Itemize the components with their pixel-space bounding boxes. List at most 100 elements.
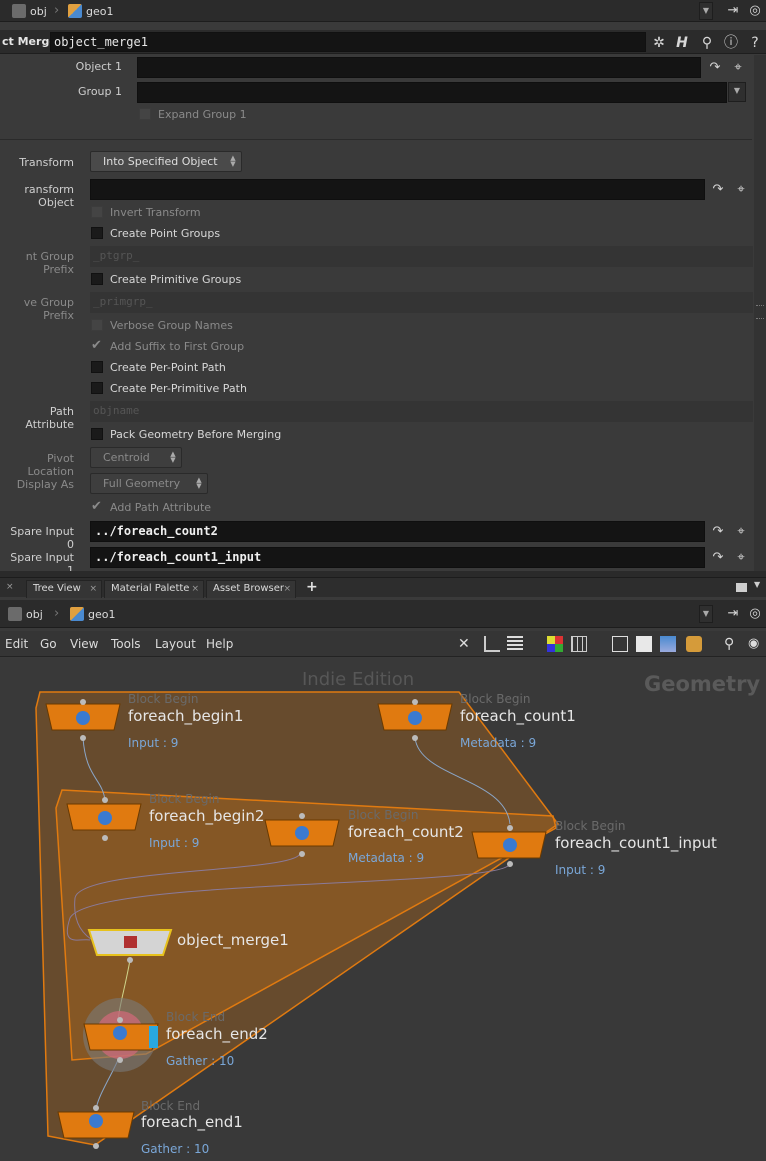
- group1-field[interactable]: [137, 82, 727, 103]
- obj-network-icon: [12, 4, 26, 18]
- section-divider: [0, 139, 752, 140]
- network-view[interactable]: Indie Edition Geometry Block Begin forea…: [0, 658, 766, 1161]
- tab-tree-view[interactable]: Tree View ×: [26, 580, 102, 598]
- menu-go[interactable]: Go: [40, 637, 57, 651]
- menu-view[interactable]: View: [70, 637, 98, 651]
- node-name-label[interactable]: foreach_end1: [141, 1113, 243, 1131]
- node-name-label[interactable]: foreach_begin1: [128, 707, 243, 725]
- transform-label: Transform: [19, 156, 74, 169]
- pin-icon[interactable]: ⇥: [724, 2, 742, 20]
- create-point-groups-checkbox[interactable]: [91, 227, 103, 239]
- grid-view-icon[interactable]: [571, 636, 587, 652]
- node-type-label: Block End: [166, 1010, 226, 1024]
- display-as-menu[interactable]: Full Geometry ▲ ▼: [90, 473, 208, 494]
- transform-object-chooser-icon[interactable]: ⌖: [732, 181, 750, 199]
- node-info-label: Input : 9: [149, 836, 200, 850]
- tab-close-icon[interactable]: ×: [6, 582, 14, 592]
- create-primitive-groups-checkbox[interactable]: [91, 273, 103, 285]
- node-info-label: Input : 9: [555, 863, 606, 877]
- add-suffix-checkmark-icon[interactable]: ✔: [91, 338, 102, 353]
- menu-help[interactable]: Help: [206, 637, 233, 651]
- link-icon[interactable]: ◎: [746, 605, 764, 623]
- tree-icon[interactable]: [484, 636, 500, 652]
- invert-transform-checkbox[interactable]: [91, 206, 103, 218]
- info-icon[interactable]: ⓘ: [722, 34, 740, 52]
- tab-asset-browser[interactable]: Asset Browser ×: [206, 580, 296, 598]
- pane-dropdown-icon[interactable]: ▼: [754, 580, 760, 589]
- question-icon[interactable]: ?: [746, 34, 764, 52]
- object1-field[interactable]: [137, 57, 701, 78]
- spare-input0-field[interactable]: ../foreach_count2: [90, 521, 705, 542]
- per-point-path-checkbox[interactable]: [91, 361, 103, 373]
- expand-group1-label: Expand Group 1: [158, 108, 247, 121]
- list-icon[interactable]: [507, 636, 523, 652]
- add-tab-icon[interactable]: +: [306, 579, 318, 595]
- object1-chooser-icon[interactable]: ⌖: [729, 59, 747, 77]
- wrench-icon[interactable]: ✕: [458, 636, 474, 652]
- spare-input1-field[interactable]: ../foreach_count1_input: [90, 547, 705, 568]
- group1-dropdown-button[interactable]: ▼: [728, 82, 746, 102]
- node-name-label[interactable]: foreach_begin2: [149, 807, 264, 825]
- gear-icon[interactable]: ✲: [650, 34, 668, 52]
- add-path-attribute-checkmark-icon[interactable]: ✔: [91, 499, 102, 514]
- create-point-groups-label: Create Point Groups: [110, 227, 221, 240]
- pane-menu-icon[interactable]: [736, 583, 747, 592]
- path-separator-icon: ›: [54, 3, 60, 18]
- spare-input1-chooser-icon[interactable]: ⌖: [732, 549, 750, 567]
- transform-object-field[interactable]: [90, 179, 705, 200]
- menu-edit[interactable]: Edit: [5, 637, 28, 651]
- object1-jump-icon[interactable]: ↷: [706, 59, 724, 77]
- node-name-field[interactable]: object_merge1: [50, 32, 646, 52]
- pack-geometry-checkbox[interactable]: [91, 428, 103, 440]
- search-icon[interactable]: ⚲: [698, 34, 716, 52]
- menu-tools[interactable]: Tools: [111, 637, 141, 651]
- net-crumb-obj[interactable]: obj: [8, 605, 43, 623]
- display-as-value: Full Geometry: [103, 477, 181, 490]
- net-crumb-geo[interactable]: geo1: [70, 605, 115, 623]
- per-prim-path-checkbox[interactable]: [91, 382, 103, 394]
- box-icon[interactable]: [686, 636, 702, 652]
- display-as-label: Display As: [16, 478, 74, 491]
- network-path-bar: obj › geo1 ▼ ⇥ ◎: [0, 600, 766, 628]
- spare-input0-jump-icon[interactable]: ↷: [709, 523, 727, 541]
- palette-grid-icon[interactable]: [547, 636, 563, 652]
- image-icon[interactable]: [660, 636, 676, 652]
- path-attribute-field[interactable]: objname: [90, 401, 753, 422]
- node-name-label[interactable]: foreach_count1: [460, 707, 576, 725]
- transform-menu[interactable]: Into Specified Object ▲ ▼: [90, 151, 242, 172]
- node-info-label: Gather : 10: [141, 1142, 210, 1156]
- path-dropdown-button[interactable]: ▼: [699, 2, 713, 20]
- tab-material-palette[interactable]: Material Palette ×: [104, 580, 204, 598]
- spare-input1-jump-icon[interactable]: ↷: [709, 549, 727, 567]
- verbose-group-names-checkbox[interactable]: [91, 319, 103, 331]
- parameter-pane: Object 1 ↷ ⌖ Group 1 ▼ Expand Group 1 Tr…: [0, 55, 766, 577]
- object1-label: Object 1: [75, 60, 122, 73]
- node-info-label: Metadata : 9: [348, 851, 425, 865]
- node-name-label[interactable]: foreach_count2: [348, 823, 464, 841]
- search-icon[interactable]: ⚲: [724, 636, 740, 652]
- tab-close-icon[interactable]: ×: [89, 581, 97, 597]
- path-crumb-geo[interactable]: geo1: [68, 2, 113, 20]
- node-name-label[interactable]: foreach_count1_input: [555, 834, 717, 852]
- menu-layout[interactable]: Layout: [155, 637, 196, 651]
- pivot-location-menu[interactable]: Centroid ▲ ▼: [90, 447, 182, 468]
- primitive-group-prefix-field[interactable]: _primgrp_: [90, 292, 753, 313]
- pin-icon[interactable]: ⇥: [724, 605, 742, 623]
- tab-close-icon[interactable]: ×: [283, 581, 291, 597]
- expand-group1-checkbox[interactable]: [139, 108, 151, 120]
- net-path-dropdown-button[interactable]: ▼: [699, 605, 713, 623]
- link-icon[interactable]: ◎: [746, 2, 764, 20]
- sticky-note-icon[interactable]: [612, 636, 628, 652]
- node-name-label[interactable]: foreach_end2: [166, 1025, 268, 1043]
- transform-object-jump-icon[interactable]: ↷: [709, 181, 727, 199]
- help-h-icon[interactable]: H: [673, 34, 691, 52]
- path-crumb-obj[interactable]: obj: [12, 2, 47, 20]
- note-icon[interactable]: [636, 636, 652, 652]
- point-group-prefix-field[interactable]: _ptgrp_: [90, 246, 753, 267]
- scrollbar-grip-icon[interactable]: [756, 305, 764, 319]
- node-name-label[interactable]: object_merge1: [177, 931, 289, 949]
- parameter-scrollbar[interactable]: [754, 55, 766, 572]
- eye-icon[interactable]: ◉: [748, 636, 764, 652]
- spare-input0-chooser-icon[interactable]: ⌖: [732, 523, 750, 541]
- tab-close-icon[interactable]: ×: [191, 581, 199, 597]
